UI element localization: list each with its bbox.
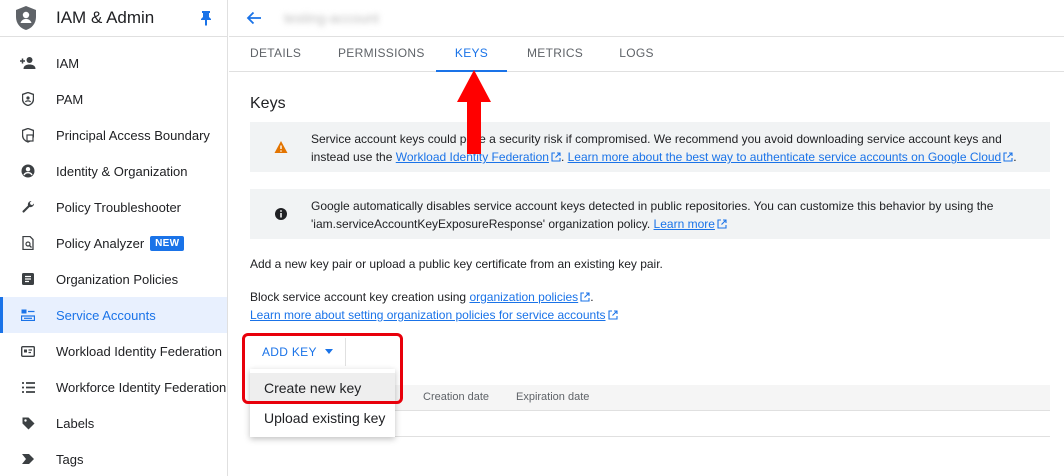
info-text: Google automatically disables service ac… [311,199,994,231]
add-key-button[interactable]: ADD KEY [250,338,346,366]
sidebar-item-label: Organization Policies [56,271,179,287]
analyzer-icon [20,235,36,251]
pin-icon[interactable] [199,10,213,26]
sidebar-item-identity-organization[interactable]: Identity & Organization [0,153,227,189]
page-title: Keys [250,95,286,112]
service-account-icon [20,307,36,323]
app-title: IAM & Admin [56,8,155,27]
sidebar-item-policy-troubleshooter[interactable]: Policy Troubleshooter [0,189,227,225]
workload-identity-federation-link[interactable]: Workload Identity Federation [396,150,549,164]
add-key-menu: Create new key Upload existing key [250,369,395,437]
tab-permissions[interactable]: PERMISSIONS [338,37,424,72]
learn-more-org-policies: Learn more about setting organization po… [250,306,618,324]
sidebar-item-workforce-identity-federation[interactable]: Workforce Identity Federation [0,369,227,405]
add-key-description: Add a new key pair or upload a public ke… [250,257,663,271]
sidebar-item-label: Workforce Identity Federation [56,379,227,395]
service-account-name: testing-account [284,10,379,26]
main-content: Keys Service account keys could pose a s… [229,72,1064,476]
sidebar: IAM & Admin IAM PAM Principal Access Bou… [0,0,228,476]
block-text: Block service account key creation using [250,290,470,304]
sidebar-item-organization-policies[interactable]: Organization Policies [0,261,227,297]
tab-logs[interactable]: LOGS [619,37,654,72]
sidebar-item-tags[interactable]: Tags [0,441,227,476]
sidebar-item-iam[interactable]: IAM [0,45,227,81]
new-badge: NEW [150,235,185,251]
tag-icon [20,451,36,467]
warning-text-sep: . [560,150,568,164]
column-header-creation-date[interactable]: Creation date [423,391,489,403]
top-bar: testing-account [229,0,1064,37]
sidebar-item-label: Workload Identity Federation [56,343,222,359]
warning-icon [274,141,288,153]
tab-details[interactable]: DETAILS [250,37,301,72]
sidebar-item-principal-access-boundary[interactable]: Principal Access Boundary [0,117,227,153]
sidebar-item-label: IAM [56,55,80,71]
external-link-icon [551,152,561,162]
sidebar-item-label: PAM [56,91,84,107]
sidebar-item-labels[interactable]: Labels [0,405,227,441]
menu-item-upload-existing-key[interactable]: Upload existing key [250,403,395,433]
sidebar-item-label: Service Accounts [56,307,156,323]
account-circle-icon [20,163,36,179]
policy-doc-icon [20,271,36,287]
tab-bar: DETAILS PERMISSIONS KEYS METRICS LOGS [229,37,1064,72]
sidebar-item-label: Tags [56,451,84,467]
list-icon [20,379,36,395]
learn-more-authenticate-link[interactable]: Learn more about the best way to authent… [568,150,1002,164]
add-key-label: ADD KEY [262,345,317,359]
id-card-icon [20,343,36,359]
learn-more-link[interactable]: Learn more [654,217,715,231]
sidebar-item-pam[interactable]: PAM [0,81,227,117]
wrench-icon [20,199,36,215]
chevron-down-icon [324,349,333,354]
external-link-icon [607,310,618,320]
external-link-icon [580,292,590,302]
external-link-icon [1003,152,1013,162]
organization-policies-link[interactable]: organization policies [469,290,578,304]
sidebar-item-label: Policy Analyzer [56,235,145,251]
sidebar-nav: IAM PAM Principal Access Boundary Identi… [0,37,227,476]
external-link-icon [717,219,727,229]
sidebar-item-label: Principal Access Boundary [56,127,210,143]
iam-shield-icon [16,6,36,30]
tab-metrics[interactable]: METRICS [527,37,583,72]
block-key-creation-text: Block service account key creation using… [250,288,594,306]
tab-keys[interactable]: KEYS [436,37,507,72]
sidebar-item-policy-analyzer[interactable]: Policy Analyzer NEW [0,225,227,261]
sidebar-header: IAM & Admin [0,0,227,37]
warning-notice: Service account keys could pose a securi… [250,122,1050,172]
person-add-icon [20,55,36,71]
boundary-icon [20,127,36,143]
sidebar-item-label: Identity & Organization [56,163,188,179]
sidebar-item-workload-identity-federation[interactable]: Workload Identity Federation [0,333,227,369]
label-icon [20,415,36,431]
menu-item-create-new-key[interactable]: Create new key [250,373,395,403]
sidebar-item-label: Labels [56,415,95,431]
sidebar-item-service-accounts[interactable]: Service Accounts [0,297,227,333]
info-icon [275,208,287,220]
warning-text-end: . [1013,150,1017,164]
shield-icon [20,91,36,107]
column-header-expiration-date[interactable]: Expiration date [516,391,589,403]
back-arrow-icon[interactable] [246,10,262,26]
block-suffix: . [590,290,594,304]
learn-more-org-policies-link[interactable]: Learn more about setting organization po… [250,308,606,322]
sidebar-item-label: Policy Troubleshooter [56,199,182,215]
info-notice: Google automatically disables service ac… [250,189,1050,239]
